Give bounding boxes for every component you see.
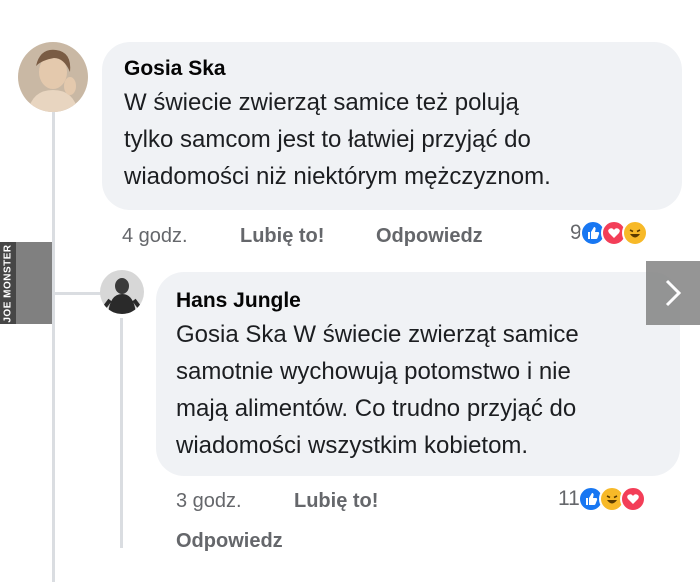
comment-like-button[interactable]: Lubię to! — [240, 225, 324, 248]
haha-icon — [621, 220, 648, 246]
reply-reaction-count: 11 — [558, 487, 580, 510]
reply-author[interactable]: Hans Jungle — [176, 289, 660, 313]
comment-text-line: wiadomości niż niektórym mężczyznom. — [124, 163, 551, 190]
reply-timestamp[interactable]: 3 godz. — [176, 490, 242, 513]
comment-reply-button[interactable]: Odpowiedz — [376, 225, 483, 248]
comment-bubble: Gosia Ska W świecie zwierząt samice też … — [102, 42, 682, 210]
avatar-hans[interactable] — [100, 270, 144, 314]
comment-text-line: W świecie zwierząt samice też polują — [124, 89, 519, 116]
reply-connector — [55, 292, 101, 295]
reply-text-line: samotnie wychowują potomstwo i nie — [176, 358, 571, 385]
love-icon — [619, 486, 646, 512]
next-image-button[interactable] — [646, 261, 700, 325]
reply-text-line: wiadomości wszystkim kobietom. — [176, 432, 529, 459]
comment-reactions[interactable]: 9 — [570, 220, 648, 246]
watermark-logo: JOE MONSTER — [0, 242, 52, 324]
reply-text-line: mają alimentów. Co trudno przyjąć do — [176, 395, 577, 422]
reply-like-button[interactable]: Lubię to! — [294, 490, 378, 513]
reply-bubble: Hans Jungle Gosia Ska W świecie zwierząt… — [156, 272, 680, 476]
comment-author[interactable]: Gosia Ska — [124, 57, 660, 81]
comment-text-line: tylko samcom jest to łatwiej przyjąć do — [124, 126, 531, 153]
avatar-gosia[interactable] — [18, 42, 88, 112]
reply-text-line: Gosia Ska W świecie zwierząt samice — [176, 321, 579, 348]
reply-reactions[interactable]: 11 — [558, 486, 646, 512]
reply-reply-button[interactable]: Odpowiedz — [176, 530, 283, 553]
thread-line — [52, 112, 55, 582]
watermark-text: JOE MONSTER — [2, 243, 14, 323]
watermark-strip: JOE MONSTER — [0, 242, 16, 324]
chevron-right-icon — [665, 279, 682, 307]
comment-timestamp[interactable]: 4 godz. — [122, 225, 188, 248]
reply-thread-line — [120, 318, 123, 548]
